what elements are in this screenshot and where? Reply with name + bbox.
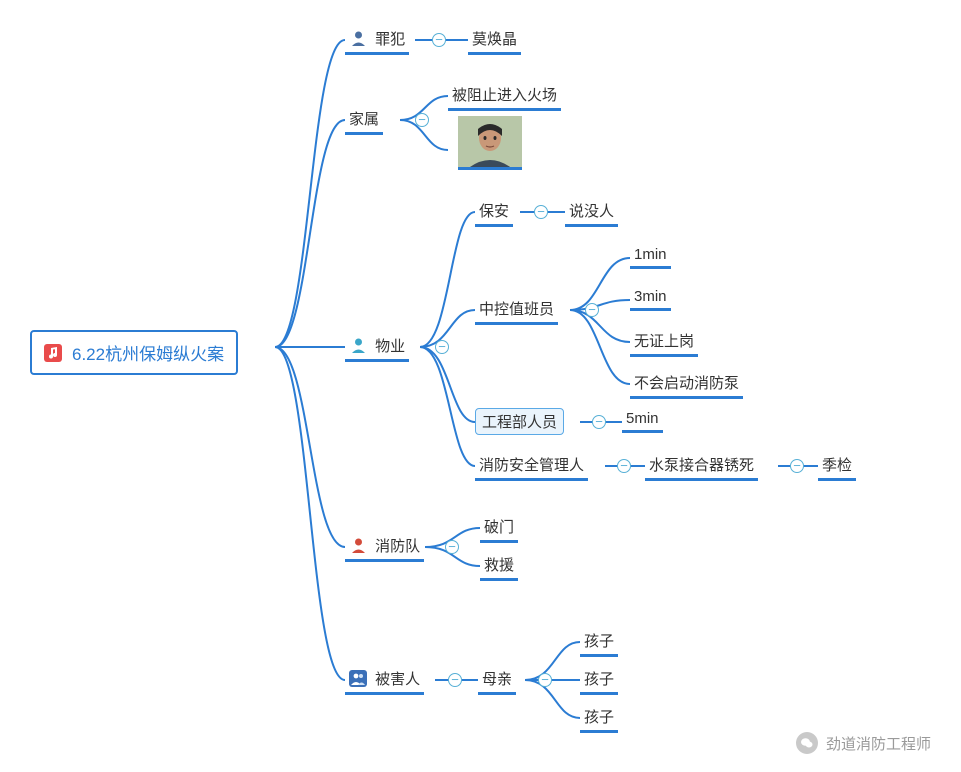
collapse-toggle[interactable]: −: [415, 113, 429, 127]
node-child[interactable]: 孩子: [580, 704, 618, 733]
node-engineer-child[interactable]: 5min: [622, 408, 663, 433]
collapse-toggle[interactable]: −: [538, 673, 552, 687]
collapse-toggle[interactable]: −: [448, 673, 462, 687]
watermark: 劲道消防工程师: [796, 732, 931, 754]
root-node[interactable]: 6.22杭州保姆纵火案: [30, 330, 238, 375]
branch-victims[interactable]: 被害人: [345, 666, 424, 695]
node-controller-item[interactable]: 3min: [630, 286, 671, 311]
node-child[interactable]: 孩子: [580, 666, 618, 695]
collapse-toggle[interactable]: −: [790, 459, 804, 473]
node-safetymgr-grand[interactable]: 季检: [818, 452, 856, 481]
collapse-toggle[interactable]: −: [432, 33, 446, 47]
branch-family[interactable]: 家属: [345, 106, 383, 135]
collapse-toggle[interactable]: −: [617, 459, 631, 473]
music-icon: [44, 344, 62, 362]
node-criminal-child[interactable]: 莫焕晶: [468, 26, 521, 55]
branch-property[interactable]: 物业: [345, 333, 409, 362]
branch-firedept[interactable]: 消防队: [345, 533, 424, 562]
collapse-toggle[interactable]: −: [592, 415, 606, 429]
node-safetymgr-child[interactable]: 水泵接合器锈死: [645, 452, 758, 481]
node-security[interactable]: 保安: [475, 198, 513, 227]
root-label: 6.22杭州保姆纵火案: [72, 340, 224, 365]
node-family-photo: [458, 116, 522, 170]
node-security-child[interactable]: 说没人: [565, 198, 618, 227]
collapse-toggle[interactable]: −: [585, 303, 599, 317]
watermark-text: 劲道消防工程师: [826, 733, 931, 754]
node-firedept-item[interactable]: 破门: [480, 514, 518, 543]
person-icon: [349, 337, 367, 355]
node-controller[interactable]: 中控值班员: [475, 296, 558, 325]
node-controller-item[interactable]: 1min: [630, 244, 671, 269]
node-safetymgr[interactable]: 消防安全管理人: [475, 452, 588, 481]
wechat-icon: [796, 732, 818, 754]
node-mother[interactable]: 母亲: [478, 666, 516, 695]
node-child[interactable]: 孩子: [580, 628, 618, 657]
branch-criminal[interactable]: 罪犯: [345, 26, 409, 55]
persons-icon: [349, 670, 367, 688]
node-family-text[interactable]: 被阻止进入火场: [448, 82, 561, 111]
person-icon: [349, 537, 367, 555]
node-firedept-item[interactable]: 救援: [480, 552, 518, 581]
node-engineer-selected[interactable]: 工程部人员: [475, 408, 564, 435]
collapse-toggle[interactable]: −: [534, 205, 548, 219]
node-controller-item[interactable]: 无证上岗: [630, 328, 698, 357]
collapse-toggle[interactable]: −: [445, 540, 459, 554]
collapse-toggle[interactable]: −: [435, 340, 449, 354]
person-icon: [349, 30, 367, 48]
node-controller-item[interactable]: 不会启动消防泵: [630, 370, 743, 399]
